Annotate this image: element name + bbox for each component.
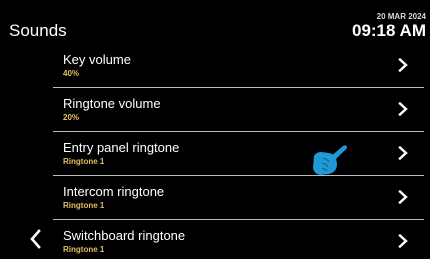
pointing-hand-icon <box>313 145 347 175</box>
setting-value: 40% <box>63 69 80 78</box>
setting-row-switchboard-ringtone[interactable]: Switchboard ringtone Ringtone 1 <box>53 220 424 259</box>
page-title: Sounds <box>9 21 67 40</box>
chevron-right-icon[interactable] <box>396 146 410 160</box>
clock-time: 09:18 AM <box>351 21 426 40</box>
chevron-right-icon[interactable] <box>396 102 410 116</box>
setting-value: 20% <box>63 113 80 122</box>
setting-label: Entry panel ringtone <box>63 140 180 155</box>
chevron-right-icon[interactable] <box>396 190 410 204</box>
settings-list: Key volume 40% Ringtone volume 20% Entry… <box>53 44 424 259</box>
setting-row-key-volume[interactable]: Key volume 40% <box>53 44 424 88</box>
setting-label: Intercom ringtone <box>63 184 165 199</box>
setting-value: Ringtone 1 <box>63 245 105 254</box>
chevron-right-icon[interactable] <box>396 234 410 248</box>
setting-value: Ringtone 1 <box>63 201 105 210</box>
setting-value: Ringtone 1 <box>63 157 105 166</box>
setting-label: Ringtone volume <box>63 96 161 111</box>
setting-label: Switchboard ringtone <box>63 228 186 243</box>
setting-row-intercom-ringtone[interactable]: Intercom ringtone Ringtone 1 <box>53 176 424 220</box>
setting-row-ringtone-volume[interactable]: Ringtone volume 20% <box>53 88 424 132</box>
date-label: 20 MAR 2024 <box>376 12 426 21</box>
header: Sounds 20 MAR 2024 09:18 AM <box>0 0 430 40</box>
setting-label: Key volume <box>63 52 131 67</box>
chevron-right-icon[interactable] <box>396 58 410 72</box>
setting-row-entry-panel-ringtone[interactable]: Entry panel ringtone Ringtone 1 <box>53 132 424 176</box>
chevron-left-icon[interactable] <box>26 228 46 250</box>
